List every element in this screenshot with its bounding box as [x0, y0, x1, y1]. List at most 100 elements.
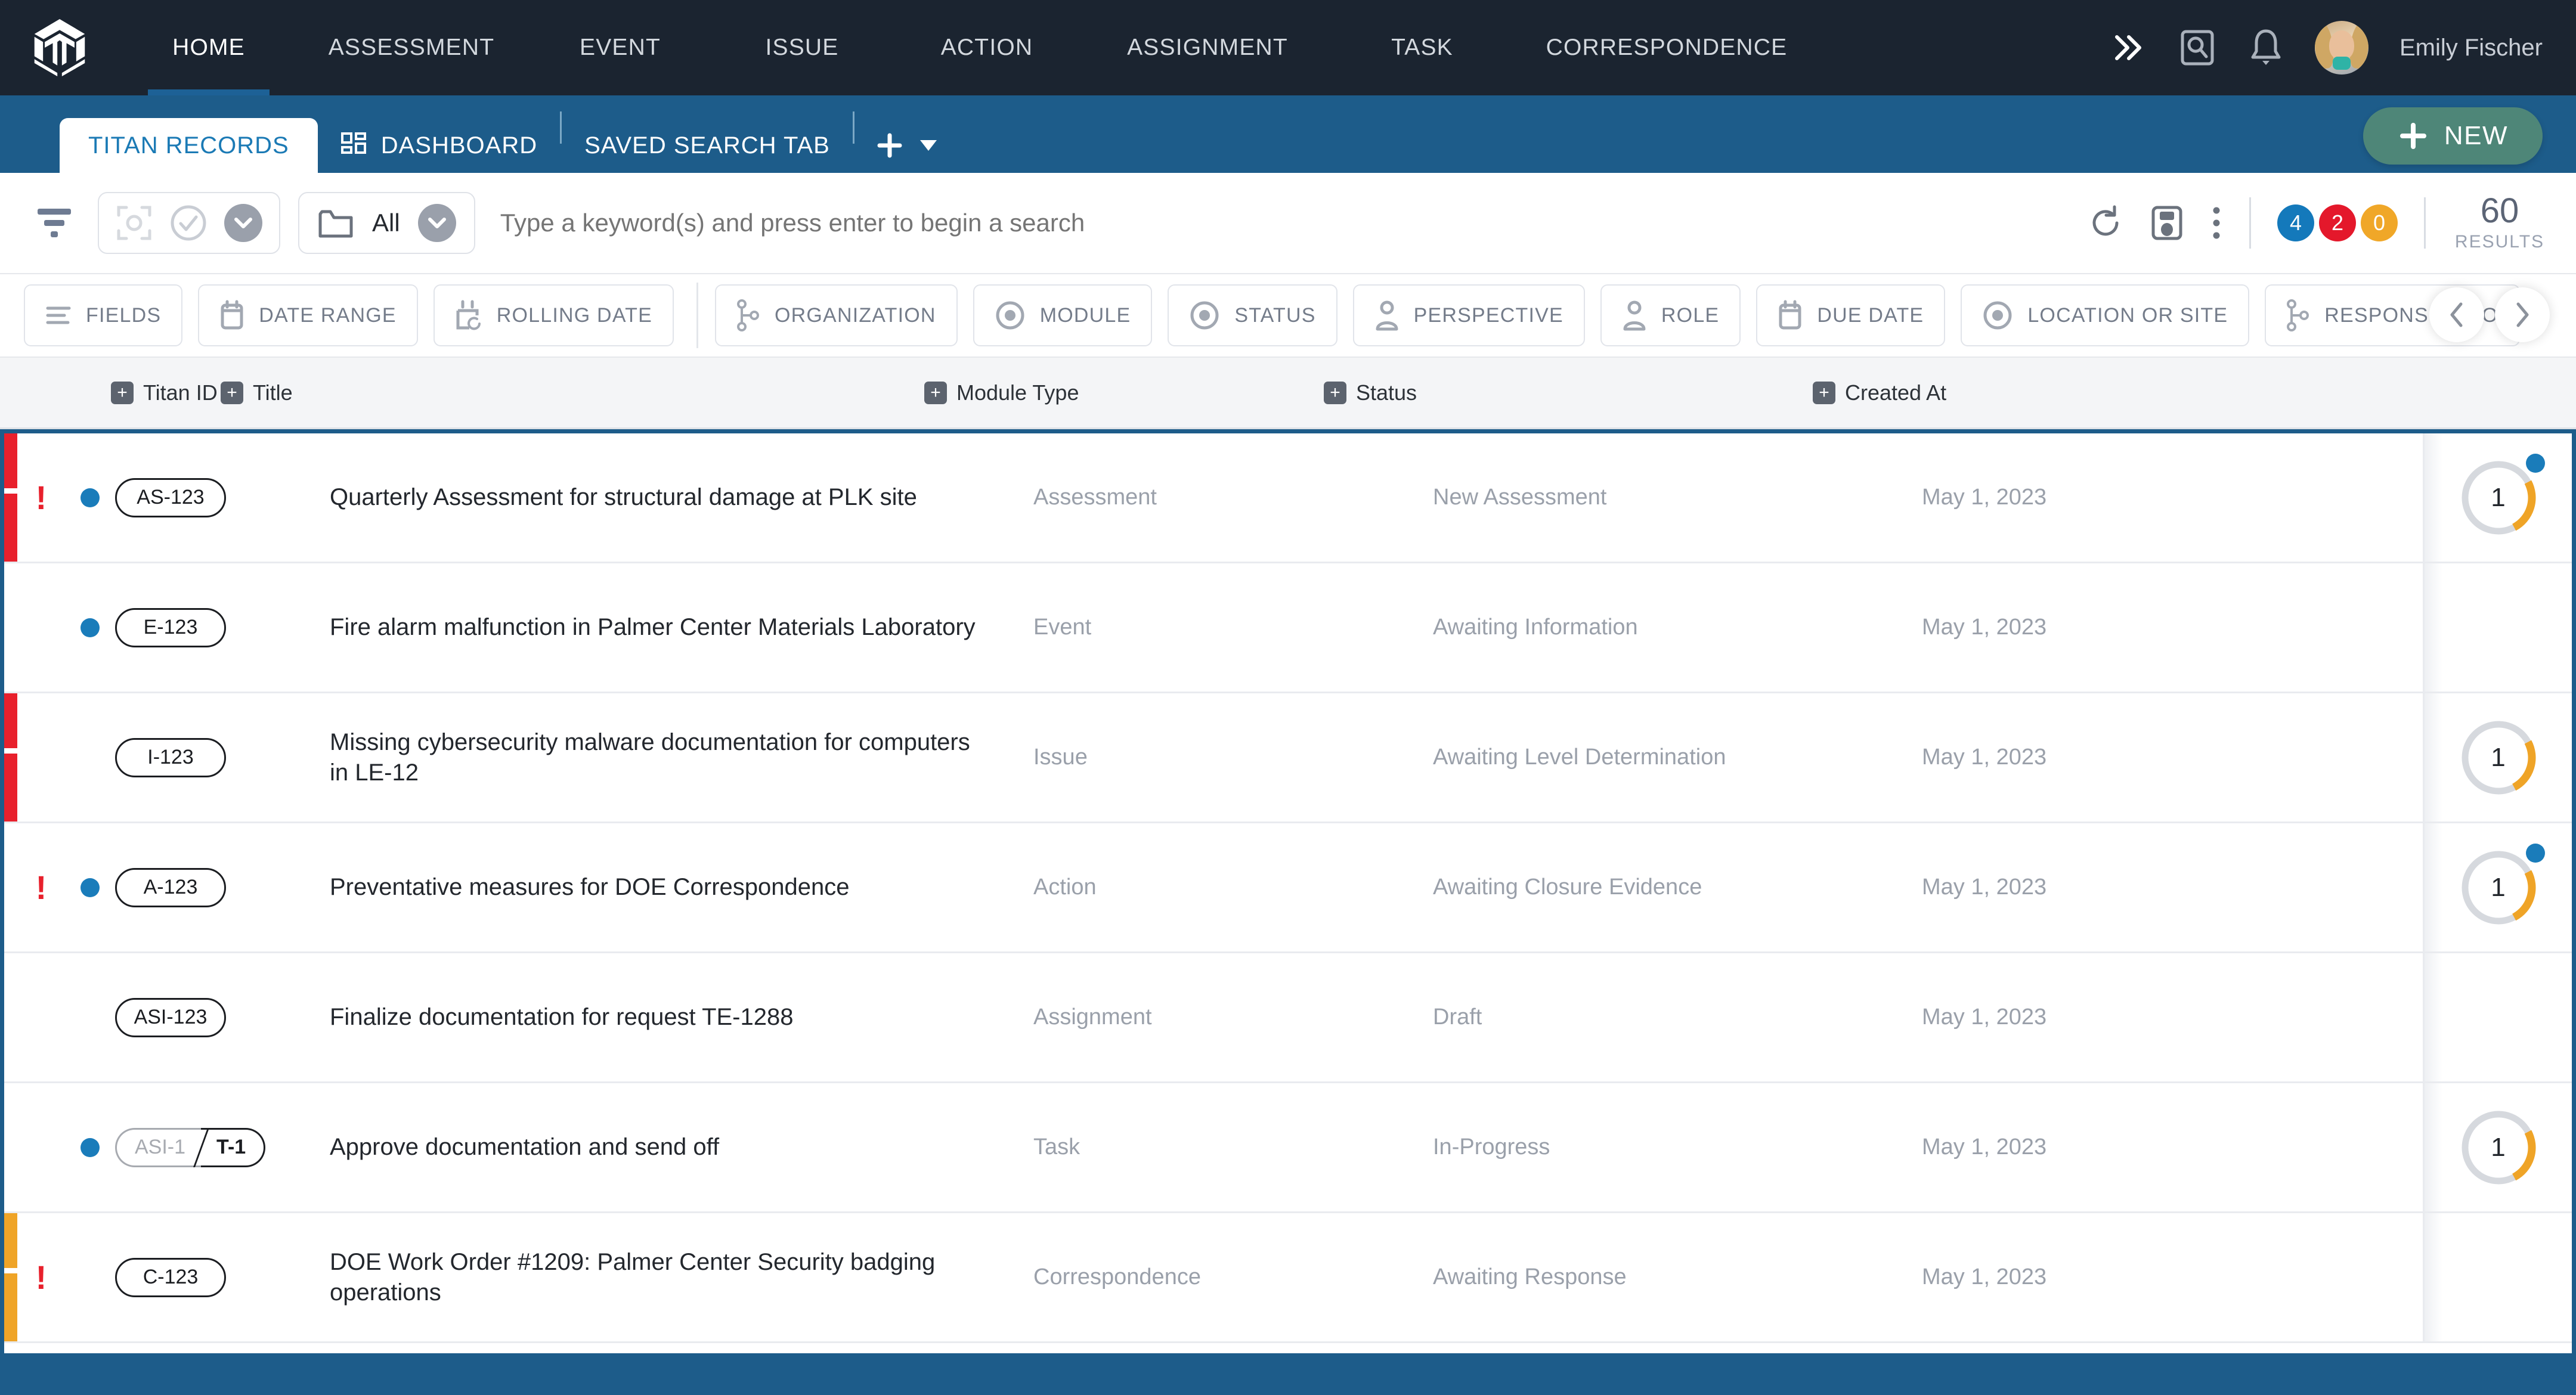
record-id-badge[interactable]: E-123: [115, 607, 226, 647]
row-progress-cell[interactable]: 1: [2423, 693, 2572, 822]
bell-icon[interactable]: [2248, 27, 2284, 68]
row-alert-flag-empty: [17, 693, 65, 822]
row-progress-cell[interactable]: 1: [2423, 433, 2572, 562]
chip-label: DATE RANGE: [259, 303, 397, 327]
app-logo[interactable]: [0, 18, 119, 78]
record-id-badge[interactable]: AS-123: [115, 478, 226, 517]
row-title[interactable]: DOE Work Order #1209: Palmer Center Secu…: [330, 1213, 1033, 1341]
row-unread-dot: [65, 1083, 115, 1211]
row-title[interactable]: Preventative measures for DOE Correspond…: [330, 823, 1033, 951]
record-id-badge[interactable]: I-123: [115, 737, 226, 777]
nav-item-assessment[interactable]: ASSESSMENT: [298, 0, 525, 95]
record-id-badge[interactable]: C-123: [115, 1257, 226, 1297]
chip-scroll-next-button[interactable]: [2495, 287, 2550, 342]
user-name-label[interactable]: Emily Fischer: [2399, 35, 2543, 61]
row-title[interactable]: Fire alarm malfunction in Palmer Center …: [330, 563, 1033, 692]
row-alert-flag[interactable]: !: [17, 1213, 65, 1341]
column-header-module-type[interactable]: + Module Type: [924, 380, 1324, 405]
add-tab-button[interactable]: [854, 118, 957, 173]
row-priority-accent: [4, 1213, 17, 1341]
filter-funnel-icon[interactable]: [36, 209, 73, 237]
nav-item-action[interactable]: ACTION: [888, 0, 1085, 95]
chip-date-range[interactable]: DATE RANGE: [198, 284, 418, 346]
add-column-icon[interactable]: +: [1813, 381, 1835, 404]
kebab-menu-icon[interactable]: [2210, 204, 2223, 241]
table-row[interactable]: ASI-123 Finalize documentation for reques…: [4, 953, 2572, 1083]
row-alert-flag[interactable]: !: [17, 823, 65, 951]
new-button[interactable]: NEW: [2363, 107, 2543, 165]
column-label: Status: [1356, 380, 1417, 405]
check-circle-icon[interactable]: [168, 203, 209, 243]
nav-item-assignment[interactable]: ASSIGNMENT: [1085, 0, 1330, 95]
chip-organization[interactable]: ORGANIZATION: [715, 284, 958, 346]
scope-selector[interactable]: All: [298, 192, 475, 254]
nav-item-correspondence[interactable]: CORRESPONDENCE: [1515, 0, 1819, 95]
chip-rolling-date[interactable]: ROLLING DATE: [433, 284, 674, 346]
badge-orange[interactable]: 0: [2361, 204, 2398, 241]
row-progress-cell: [2423, 1213, 2572, 1341]
column-header-status[interactable]: + Status: [1324, 380, 1813, 405]
save-disk-icon[interactable]: [2150, 204, 2184, 241]
chip-role[interactable]: ROLE: [1600, 284, 1741, 346]
nav-item-event[interactable]: EVENT: [525, 0, 716, 95]
chip-location-or-site[interactable]: LOCATION OR SITE: [1961, 284, 2250, 346]
table-row[interactable]: ! C-123 DOE Work Order #1209: Palmer Cente…: [4, 1213, 2572, 1343]
table-row[interactable]: I-123 Missing cybersecurity malware docum…: [4, 693, 2572, 823]
badge-blue[interactable]: 4: [2277, 204, 2314, 241]
chevron-right-icon: [2516, 302, 2529, 327]
row-created-at: May 1, 2023: [1922, 485, 2047, 510]
table-row[interactable]: ! A-123 Preventative measures for DOE Corr…: [4, 823, 2572, 953]
record-id-split-badge[interactable]: ASI-1 T-1: [115, 1127, 266, 1167]
chip-status[interactable]: STATUS: [1168, 284, 1337, 346]
add-column-icon[interactable]: +: [1324, 381, 1346, 404]
tab-dashboard[interactable]: DASHBOARD: [318, 118, 560, 173]
search-box-icon[interactable]: [2178, 28, 2217, 67]
avatar[interactable]: [2314, 21, 2368, 75]
add-column-icon[interactable]: +: [111, 381, 134, 404]
row-title[interactable]: Approve documentation and send off: [330, 1083, 1033, 1211]
row-id-cell: AS-123: [115, 433, 330, 562]
scope-dropdown-button[interactable]: [417, 204, 456, 242]
chip-scroll-prev-button[interactable]: [2429, 287, 2484, 342]
avatar-neck: [2332, 57, 2351, 70]
chip-fields[interactable]: FIELDS: [24, 284, 183, 346]
search-input[interactable]: [500, 209, 2087, 237]
nav-item-task[interactable]: TASK: [1330, 0, 1515, 95]
add-column-icon[interactable]: +: [924, 381, 947, 404]
row-progress-cell[interactable]: 1: [2423, 823, 2572, 951]
row-priority-accent: [4, 1083, 17, 1211]
tab-titan-records[interactable]: TITAN RECORDS: [60, 118, 318, 173]
row-title[interactable]: Quarterly Assessment for structural dama…: [330, 433, 1033, 562]
scan-select-icon[interactable]: [116, 204, 153, 241]
table-row[interactable]: E-123 Fire alarm malfunction in Palmer Ce…: [4, 563, 2572, 693]
calendar-icon: [221, 300, 243, 330]
selection-dropdown-button[interactable]: [224, 204, 262, 242]
chevron-double-right-icon[interactable]: [2110, 32, 2147, 63]
record-id-badge[interactable]: ASI-123: [115, 997, 226, 1037]
nav-item-home[interactable]: HOME: [119, 0, 298, 95]
record-id-badge[interactable]: A-123: [115, 867, 226, 907]
table-row[interactable]: ASI-1 T-1 Approve documentation and send o…: [4, 1083, 2572, 1213]
row-title[interactable]: Missing cybersecurity malware documentat…: [330, 693, 1033, 822]
column-header-titan-id[interactable]: + Titan ID: [0, 380, 221, 405]
chip-module[interactable]: MODULE: [973, 284, 1153, 346]
chip-due-date[interactable]: DUE DATE: [1756, 284, 1946, 346]
table-row[interactable]: ! AS-123 Quarterly Assessment for structur…: [4, 433, 2572, 563]
refresh-icon[interactable]: [2087, 204, 2124, 241]
row-progress-cell[interactable]: 1: [2423, 1083, 2572, 1211]
records-table[interactable]: ! AS-123 Quarterly Assessment for structur…: [0, 429, 2576, 1353]
tab-saved-search[interactable]: SAVED SEARCH TAB: [562, 118, 853, 173]
column-header-created-at[interactable]: + Created At: [1813, 380, 2230, 405]
nav-label: ISSUE: [765, 35, 839, 60]
row-alert-flag[interactable]: !: [17, 433, 65, 562]
caret-down-icon[interactable]: [919, 140, 937, 151]
column-header-title[interactable]: + Title: [221, 380, 924, 405]
chip-perspective[interactable]: PERSPECTIVE: [1352, 284, 1585, 346]
row-title[interactable]: Finalize documentation for request TE-12…: [330, 953, 1033, 1081]
nav-item-issue[interactable]: ISSUE: [716, 0, 888, 95]
row-status: Awaiting Information: [1433, 614, 1638, 640]
add-column-icon[interactable]: +: [221, 381, 243, 404]
badge-red[interactable]: 2: [2319, 204, 2356, 241]
chip-group-divider: [696, 283, 699, 348]
row-spacer: [2339, 563, 2423, 692]
